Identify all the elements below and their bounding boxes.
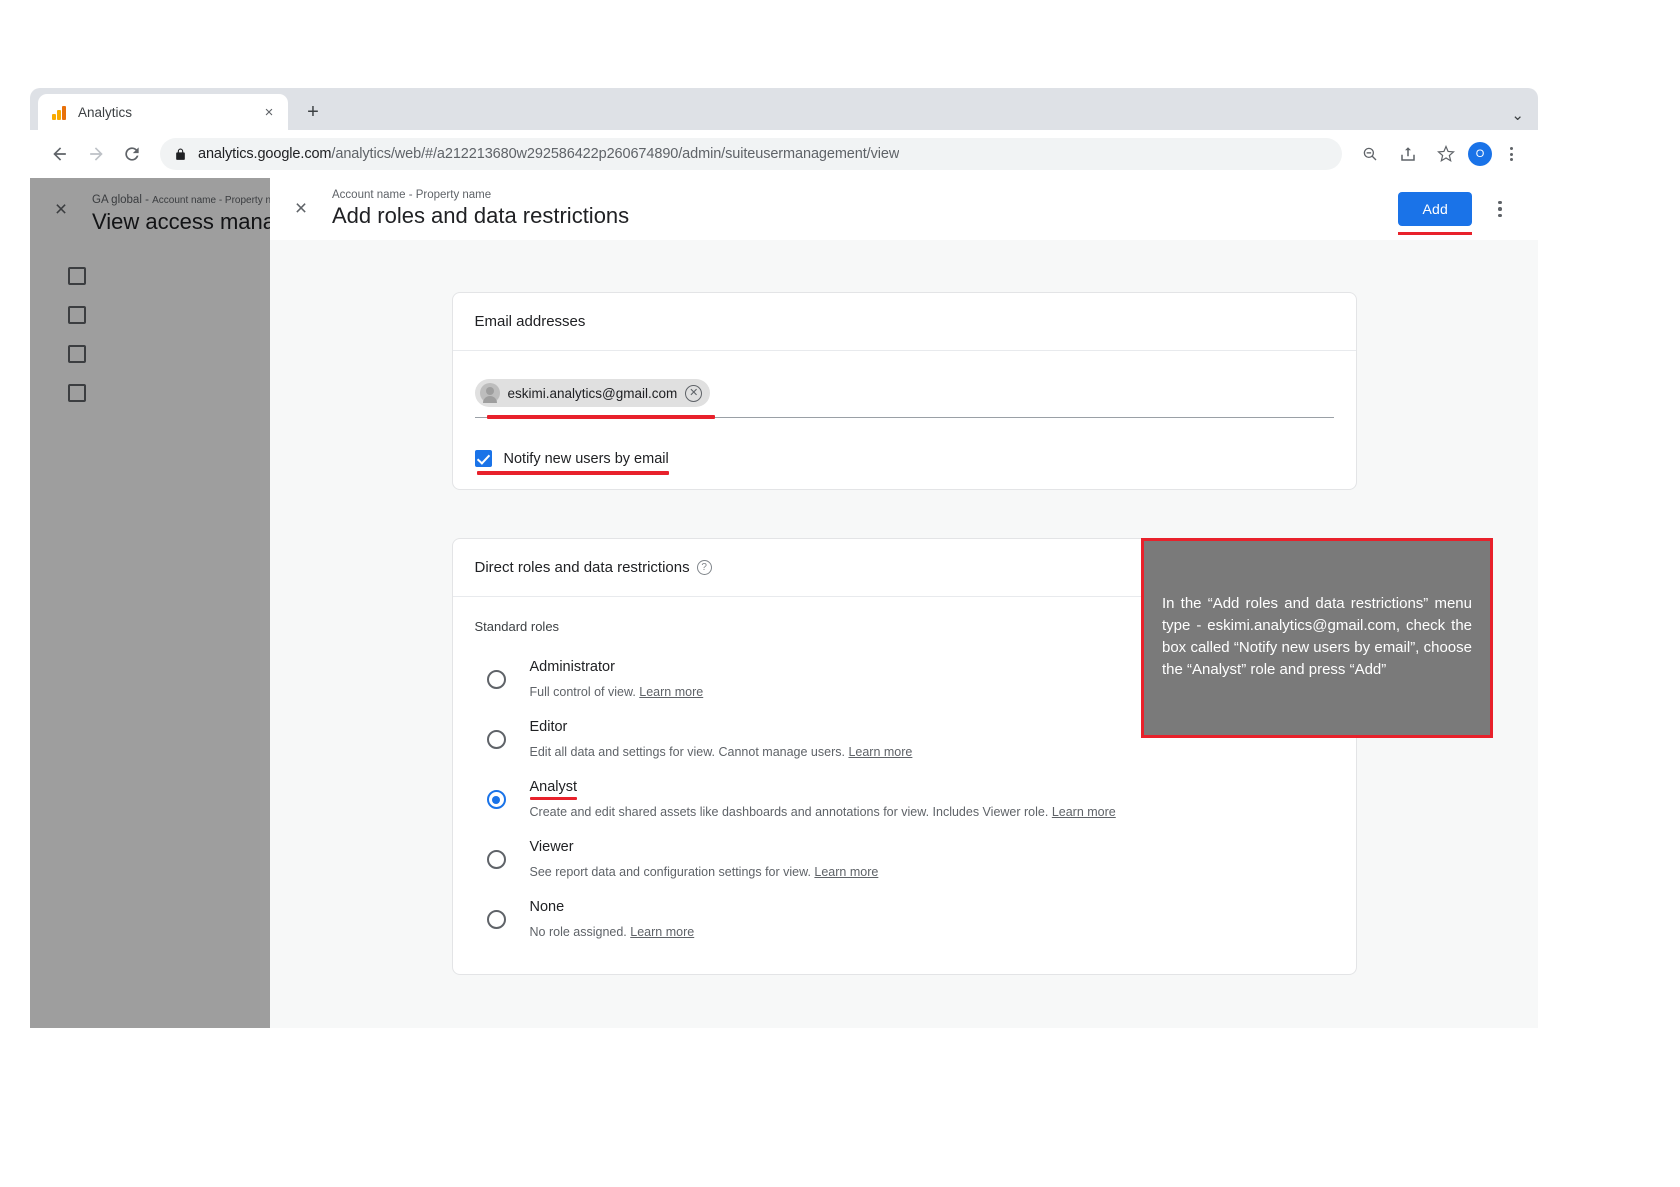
close-icon[interactable]: × [260, 103, 278, 121]
email-input-area: eskimi.analytics@gmail.com ✕ Notify new … [453, 351, 1356, 489]
instruction-callout: In the “Add roles and data restrictions”… [1141, 538, 1493, 738]
role-description: No role assigned. Learn more [530, 925, 695, 939]
back-button[interactable] [44, 138, 76, 170]
role-name: Administrator [529, 659, 615, 675]
add-button-wrapper: Add [1398, 192, 1472, 235]
dialog-close-icon[interactable]: × [270, 197, 332, 221]
url-path: /analytics/web/#/a212213680w292586422p26… [331, 146, 900, 162]
dialog-title: Add roles and data restrictions [332, 203, 630, 228]
role-name: Analyst [529, 779, 578, 800]
role-text: Administrator Full control of view. Lear… [530, 657, 704, 699]
learn-more-link[interactable]: Learn more [1052, 805, 1116, 819]
notify-checkbox-label: Notify new users by email [503, 450, 669, 467]
notify-highlight [476, 471, 669, 475]
role-description-text: Full control of view. [529, 685, 636, 699]
role-description-text: Edit all data and settings for view. Can… [529, 745, 845, 759]
dialog-menu-icon[interactable] [1480, 200, 1520, 218]
role-radio[interactable] [486, 670, 506, 689]
browser-window: Analytics × + ⌄ analytics.google.com/ana… [30, 88, 1538, 1028]
dialog-titles: Account name - Property name Add roles a… [332, 189, 1398, 229]
role-text: Editor Edit all data and settings for vi… [530, 717, 913, 759]
add-roles-dialog: × Account name - Property name Add roles… [270, 178, 1538, 1028]
tab-title: Analytics [78, 104, 133, 120]
lock-icon [174, 148, 187, 161]
dialog-breadcrumb: Account name - Property name [332, 189, 492, 201]
roles-heading-text: Direct roles and data restrictions [474, 559, 690, 576]
role-description-text: No role assigned. [529, 925, 627, 939]
email-highlight [486, 415, 715, 419]
page-viewport: × GA global - Account name - Property na… [30, 178, 1538, 1028]
address-bar[interactable]: analytics.google.com/analytics/web/#/a21… [160, 138, 1342, 170]
role-option-none[interactable]: None No role assigned. Learn more [475, 888, 1334, 948]
zoom-out-icon[interactable] [1354, 138, 1386, 170]
role-radio[interactable] [486, 730, 506, 749]
instruction-callout-text: In the “Add roles and data restrictions”… [1162, 595, 1472, 678]
notify-checkbox[interactable] [474, 450, 492, 467]
person-avatar-icon [479, 383, 500, 403]
url-text: analytics.google.com/analytics/web/#/a21… [198, 146, 899, 162]
email-chip-text: eskimi.analytics@gmail.com [507, 385, 678, 401]
new-tab-button[interactable]: + [298, 97, 328, 127]
bookmark-star-icon[interactable] [1430, 138, 1462, 170]
role-description: Edit all data and settings for view. Can… [530, 745, 913, 759]
tab-analytics[interactable]: Analytics × [38, 94, 288, 130]
share-icon[interactable] [1392, 138, 1424, 170]
remove-email-icon[interactable]: ✕ [685, 384, 703, 402]
learn-more-link[interactable]: Learn more [814, 865, 878, 879]
role-description: Create and edit shared assets like dashb… [530, 805, 1116, 819]
role-option-analyst[interactable]: Analyst Create and edit shared assets li… [475, 768, 1334, 828]
learn-more-link[interactable]: Learn more [848, 745, 912, 759]
add-button[interactable]: Add [1398, 192, 1472, 226]
role-description-text: See report data and configuration settin… [529, 865, 811, 879]
tab-strip: Analytics × + ⌄ [30, 88, 1538, 130]
dialog-body: Email addresses eskimi.analytics@gmail.c… [270, 240, 1538, 1028]
help-icon[interactable]: ? [696, 560, 712, 575]
role-description: See report data and configuration settin… [530, 865, 879, 879]
notify-checkbox-row[interactable]: Notify new users by email [474, 450, 669, 475]
role-name: None [529, 899, 565, 915]
role-name: Editor [529, 719, 568, 735]
omnibox-actions: O [1354, 138, 1524, 170]
role-text: Viewer See report data and configuration… [530, 837, 879, 879]
learn-more-link[interactable]: Learn more [639, 685, 703, 699]
role-radio[interactable] [486, 850, 506, 869]
add-button-highlight [1398, 232, 1472, 235]
email-card-heading: Email addresses [452, 293, 1356, 351]
email-chip[interactable]: eskimi.analytics@gmail.com ✕ [474, 379, 711, 407]
chevron-down-icon[interactable]: ⌄ [1511, 106, 1524, 124]
browser-toolbar: analytics.google.com/analytics/web/#/a21… [30, 130, 1538, 178]
reload-button[interactable] [116, 138, 148, 170]
role-text: None No role assigned. Learn more [530, 897, 695, 939]
profile-avatar[interactable]: O [1468, 142, 1492, 166]
learn-more-link[interactable]: Learn more [630, 925, 694, 939]
role-name: Viewer [529, 839, 574, 855]
role-radio[interactable] [486, 910, 506, 929]
forward-button[interactable] [80, 138, 112, 170]
role-text: Analyst Create and edit shared assets li… [529, 777, 1116, 819]
email-addresses-card: Email addresses eskimi.analytics@gmail.c… [451, 292, 1357, 490]
role-description-text: Create and edit shared assets like dashb… [529, 805, 1049, 819]
role-option-viewer[interactable]: Viewer See report data and configuration… [475, 828, 1334, 888]
url-domain: analytics.google.com [198, 146, 332, 162]
role-radio-selected[interactable] [486, 790, 506, 809]
background-scrim [30, 178, 270, 1028]
browser-menu-icon[interactable] [1498, 147, 1524, 161]
role-description: Full control of view. Learn more [530, 685, 704, 699]
email-chip-line[interactable]: eskimi.analytics@gmail.com ✕ [474, 379, 1334, 419]
dialog-header: × Account name - Property name Add roles… [270, 178, 1538, 240]
analytics-bar-chart-icon [52, 104, 68, 120]
